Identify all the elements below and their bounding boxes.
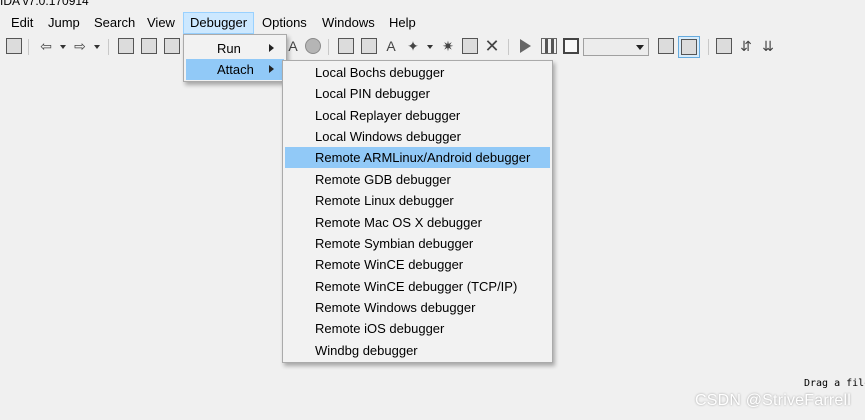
make-code-icon[interactable] — [338, 38, 354, 54]
debugger-options-icon[interactable] — [716, 38, 732, 54]
attach-remote-linux[interactable]: Remote Linux debugger — [285, 190, 550, 211]
menu-jump[interactable]: Jump — [42, 12, 86, 34]
save-icon[interactable] — [6, 38, 22, 54]
attach-item-label: Remote WinCE debugger — [315, 257, 464, 272]
attach-remote-wince[interactable]: Remote WinCE debugger — [285, 254, 550, 275]
attach-item-label: Remote Symbian debugger — [315, 236, 474, 251]
debugger-attach-label: Attach — [217, 62, 254, 77]
attach-item-label: Remote WinCE debugger (TCP/IP) — [315, 279, 518, 294]
back-history-dropdown-icon[interactable] — [60, 45, 66, 49]
breakpoint-icon[interactable] — [305, 38, 321, 54]
forward-history-dropdown-icon[interactable] — [94, 45, 100, 49]
step-until-return-icon[interactable]: ⇊ — [760, 38, 776, 54]
attach-remote-ios[interactable]: Remote iOS debugger — [285, 318, 550, 339]
menu-edit[interactable]: Edit — [5, 12, 39, 34]
debugger-select[interactable] — [583, 38, 649, 56]
debugger-run-label: Run — [217, 41, 241, 56]
toolbar-separator — [108, 39, 109, 55]
toolbar-separator — [28, 39, 29, 55]
attach-local-replayer[interactable]: Local Replayer debugger — [285, 105, 550, 126]
attach-local-bochs[interactable]: Local Bochs debugger — [285, 62, 550, 83]
forward-arrow-icon[interactable]: ⇨ — [72, 38, 88, 54]
toolbar-separator — [708, 39, 709, 55]
step-over-icon — [681, 39, 697, 55]
attach-local-windows[interactable]: Local Windows debugger — [285, 126, 550, 147]
debugger-run-item[interactable]: Run — [186, 38, 284, 59]
attach-item-label: Local Windows debugger — [315, 129, 461, 144]
debugger-dropdown-menu: Run Attach — [183, 34, 287, 82]
chevron-right-icon — [269, 44, 274, 52]
attach-remote-armlinux-android[interactable]: Remote ARMLinux/Android debugger — [285, 147, 550, 168]
attach-item-label: Local Replayer debugger — [315, 108, 461, 123]
attach-item-label: Remote ARMLinux/Android debugger — [315, 150, 531, 165]
attach-item-label: Windbg debugger — [315, 343, 418, 358]
toolbar: ⇦ ⇨ A A ✦ ✷ ✕ ⇵ ⇊ — [0, 34, 865, 60]
structure-icon[interactable]: ✦ — [405, 38, 421, 54]
start-process-icon[interactable] — [520, 39, 531, 53]
menu-windows[interactable]: Windows — [316, 12, 381, 34]
make-string-icon[interactable]: A — [383, 38, 399, 54]
text-view-icon[interactable]: A — [285, 38, 301, 54]
attach-item-label: Remote GDB debugger — [315, 172, 451, 187]
binary-search-icon[interactable] — [141, 38, 157, 54]
toolbar-separator — [328, 39, 329, 55]
run-to-cursor-icon[interactable]: ⇵ — [738, 38, 754, 54]
menu-bar: Edit Jump Search View Debugger Options W… — [0, 12, 865, 34]
chevron-right-icon — [269, 65, 274, 73]
window-title: IDA v7.0.170914 — [0, 0, 89, 8]
attach-item-label: Local PIN debugger — [315, 86, 430, 101]
immediate-search-icon[interactable] — [164, 38, 180, 54]
attach-item-label: Local Bochs debugger — [315, 65, 445, 80]
attach-item-label: Remote Mac OS X debugger — [315, 215, 482, 230]
attach-remote-windows[interactable]: Remote Windows debugger — [285, 297, 550, 318]
attach-item-label: Remote Windows debugger — [315, 300, 476, 315]
attach-remote-gdb[interactable]: Remote GDB debugger — [285, 169, 550, 190]
step-into-icon[interactable] — [658, 38, 674, 54]
back-arrow-icon[interactable]: ⇦ — [38, 38, 54, 54]
menu-view[interactable]: View — [141, 12, 181, 34]
title-bar: IDA v7.0.170914 — [0, 0, 865, 10]
graph-icon[interactable]: ✷ — [440, 38, 456, 54]
menu-search[interactable]: Search — [88, 12, 141, 34]
attach-local-pin[interactable]: Local PIN debugger — [285, 83, 550, 104]
attach-item-label: Remote iOS debugger — [315, 321, 445, 336]
attach-windbg[interactable]: Windbg debugger — [285, 340, 550, 361]
attach-remote-wince-tcpip[interactable]: Remote WinCE debugger (TCP/IP) — [285, 276, 550, 297]
step-over-button[interactable] — [678, 36, 700, 58]
drag-file-hint: Drag a file — [804, 378, 865, 389]
menu-options[interactable]: Options — [256, 12, 313, 34]
attach-remote-symbian[interactable]: Remote Symbian debugger — [285, 233, 550, 254]
structure-dropdown-icon[interactable] — [427, 45, 433, 49]
menu-debugger[interactable]: Debugger — [183, 12, 255, 34]
make-data-icon[interactable] — [361, 38, 377, 54]
menu-help[interactable]: Help — [383, 12, 422, 34]
pause-process-icon[interactable] — [541, 38, 557, 54]
watermark: CSDN @StriveFarrell — [694, 392, 851, 409]
chevron-down-icon — [636, 45, 644, 50]
attach-submenu: Local Bochs debugger Local PIN debugger … — [282, 60, 553, 363]
toolbar-separator — [508, 39, 509, 55]
attach-item-label: Remote Linux debugger — [315, 193, 454, 208]
terminate-process-icon[interactable] — [563, 38, 579, 54]
attach-remote-macosx[interactable]: Remote Mac OS X debugger — [285, 212, 550, 233]
debugger-attach-item[interactable]: Attach — [186, 59, 284, 80]
patch-icon[interactable] — [462, 38, 478, 54]
close-icon[interactable]: ✕ — [484, 37, 500, 55]
text-search-icon[interactable] — [118, 38, 134, 54]
